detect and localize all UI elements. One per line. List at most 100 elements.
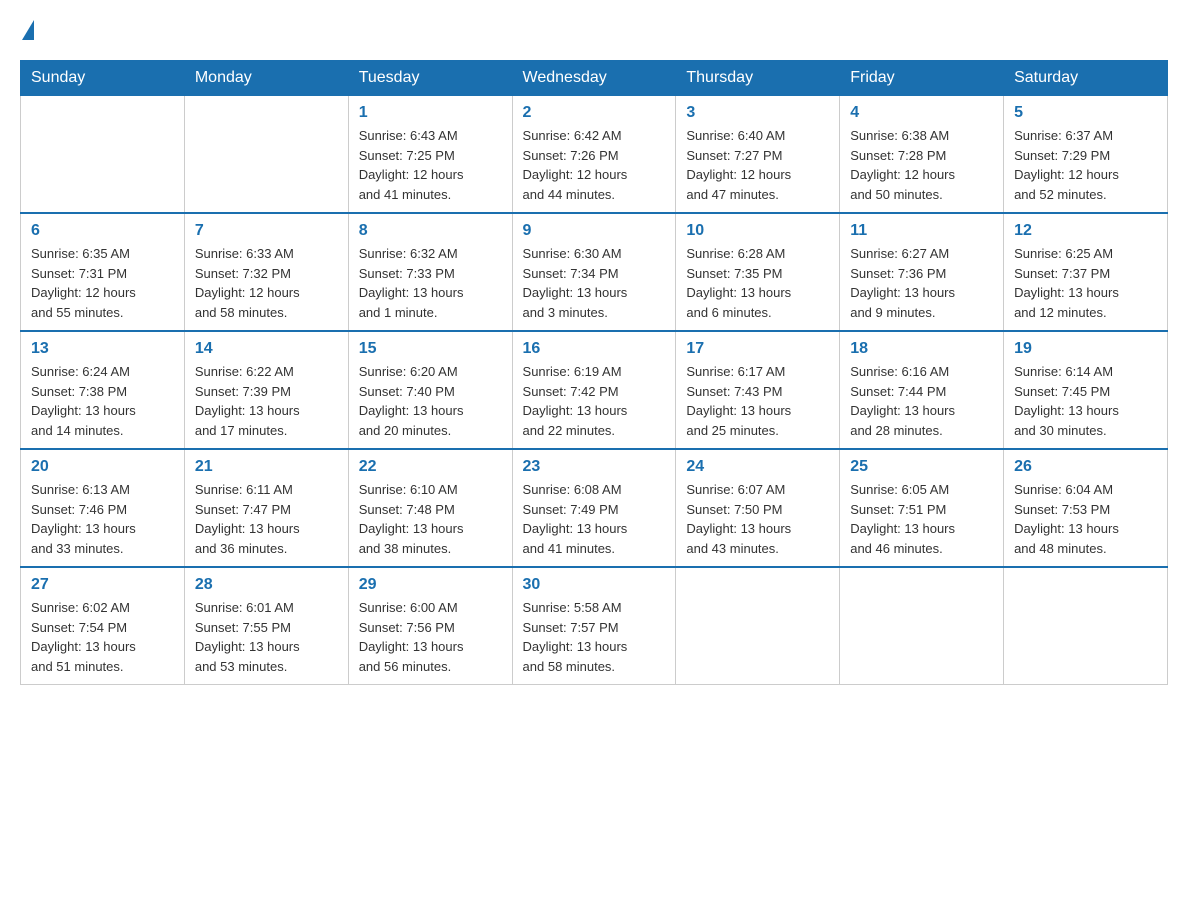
weekday-header-tuesday: Tuesday [348, 61, 512, 96]
calendar-week-row: 1 Sunrise: 6:43 AMSunset: 7:25 PMDaylight… [21, 96, 1168, 214]
calendar-cell: 24 Sunrise: 6:07 AMSunset: 7:50 PMDayligh… [676, 449, 840, 567]
day-info: Sunrise: 6:14 AMSunset: 7:45 PMDaylight:… [1014, 362, 1157, 440]
calendar-table: SundayMondayTuesdayWednesdayThursdayFrid… [20, 60, 1168, 685]
day-info: Sunrise: 6:35 AMSunset: 7:31 PMDaylight:… [31, 244, 174, 322]
calendar-cell: 2Sunrise: 6:42 AMSunset: 7:26 PMDaylight… [512, 96, 676, 214]
weekday-header-thursday: Thursday [676, 61, 840, 96]
calendar-cell: 23Sunrise: 6:08 AMSunset: 7:49 PMDayligh… [512, 449, 676, 567]
calendar-cell: 14 Sunrise: 6:22 AMSunset: 7:39 PMDayligh… [184, 331, 348, 449]
day-number: 28 [195, 576, 338, 594]
calendar-week-row: 6Sunrise: 6:35 AMSunset: 7:31 PMDaylight… [21, 213, 1168, 331]
day-number: 3 [686, 104, 829, 122]
calendar-cell: 27 Sunrise: 6:02 AMSunset: 7:54 PMDayligh… [21, 567, 185, 685]
calendar-cell: 7 Sunrise: 6:33 AMSunset: 7:32 PMDaylight… [184, 213, 348, 331]
day-number: 8 [359, 222, 502, 240]
calendar-cell: 26 Sunrise: 6:04 AMSunset: 7:53 PMDayligh… [1004, 449, 1168, 567]
calendar-cell: 1 Sunrise: 6:43 AMSunset: 7:25 PMDaylight… [348, 96, 512, 214]
day-info: Sunrise: 6:17 AMSunset: 7:43 PMDaylight:… [686, 362, 829, 440]
day-number: 12 [1014, 222, 1157, 240]
day-info: Sunrise: 6:00 AMSunset: 7:56 PMDaylight:… [359, 598, 502, 676]
day-number: 16 [523, 340, 666, 358]
logo-triangle-icon [22, 20, 34, 40]
day-number: 7 [195, 222, 338, 240]
weekday-header-sunday: Sunday [21, 61, 185, 96]
calendar-cell: 22 Sunrise: 6:10 AMSunset: 7:48 PMDayligh… [348, 449, 512, 567]
calendar-cell [676, 567, 840, 685]
day-info: Sunrise: 6:16 AMSunset: 7:44 PMDaylight:… [850, 362, 993, 440]
day-number: 14 [195, 340, 338, 358]
day-info: Sunrise: 6:04 AMSunset: 7:53 PMDaylight:… [1014, 480, 1157, 558]
calendar-cell: 16 Sunrise: 6:19 AMSunset: 7:42 PMDayligh… [512, 331, 676, 449]
day-number: 10 [686, 222, 829, 240]
calendar-cell: 17 Sunrise: 6:17 AMSunset: 7:43 PMDayligh… [676, 331, 840, 449]
calendar-cell: 13 Sunrise: 6:24 AMSunset: 7:38 PMDayligh… [21, 331, 185, 449]
day-info: Sunrise: 6:40 AMSunset: 7:27 PMDaylight:… [686, 126, 829, 204]
calendar-cell [1004, 567, 1168, 685]
calendar-week-row: 20 Sunrise: 6:13 AMSunset: 7:46 PMDayligh… [21, 449, 1168, 567]
day-info: Sunrise: 6:22 AMSunset: 7:39 PMDaylight:… [195, 362, 338, 440]
day-number: 15 [359, 340, 502, 358]
day-info: Sunrise: 6:11 AMSunset: 7:47 PMDaylight:… [195, 480, 338, 558]
weekday-header-row: SundayMondayTuesdayWednesdayThursdayFrid… [21, 61, 1168, 96]
day-number: 27 [31, 576, 174, 594]
day-info: Sunrise: 6:38 AMSunset: 7:28 PMDaylight:… [850, 126, 993, 204]
calendar-cell: 11 Sunrise: 6:27 AMSunset: 7:36 PMDayligh… [840, 213, 1004, 331]
day-info: Sunrise: 6:07 AMSunset: 7:50 PMDaylight:… [686, 480, 829, 558]
day-number: 1 [359, 104, 502, 122]
calendar-cell: 15 Sunrise: 6:20 AMSunset: 7:40 PMDayligh… [348, 331, 512, 449]
day-info: Sunrise: 6:33 AMSunset: 7:32 PMDaylight:… [195, 244, 338, 322]
calendar-cell: 29 Sunrise: 6:00 AMSunset: 7:56 PMDayligh… [348, 567, 512, 685]
day-info: Sunrise: 6:25 AMSunset: 7:37 PMDaylight:… [1014, 244, 1157, 322]
page-header [20, 20, 1168, 40]
calendar-cell: 3 Sunrise: 6:40 AMSunset: 7:27 PMDaylight… [676, 96, 840, 214]
day-info: Sunrise: 6:27 AMSunset: 7:36 PMDaylight:… [850, 244, 993, 322]
calendar-cell: 18 Sunrise: 6:16 AMSunset: 7:44 PMDayligh… [840, 331, 1004, 449]
day-number: 22 [359, 458, 502, 476]
day-number: 29 [359, 576, 502, 594]
weekday-header-wednesday: Wednesday [512, 61, 676, 96]
day-number: 17 [686, 340, 829, 358]
day-info: Sunrise: 6:28 AMSunset: 7:35 PMDaylight:… [686, 244, 829, 322]
calendar-cell: 25 Sunrise: 6:05 AMSunset: 7:51 PMDayligh… [840, 449, 1004, 567]
day-number: 11 [850, 222, 993, 240]
day-number: 24 [686, 458, 829, 476]
logo [20, 20, 36, 40]
day-info: Sunrise: 6:30 AMSunset: 7:34 PMDaylight:… [523, 244, 666, 322]
calendar-cell: 28Sunrise: 6:01 AMSunset: 7:55 PMDayligh… [184, 567, 348, 685]
weekday-header-friday: Friday [840, 61, 1004, 96]
day-info: Sunrise: 6:19 AMSunset: 7:42 PMDaylight:… [523, 362, 666, 440]
day-info: Sunrise: 6:02 AMSunset: 7:54 PMDaylight:… [31, 598, 174, 676]
day-number: 13 [31, 340, 174, 358]
day-info: Sunrise: 6:43 AMSunset: 7:25 PMDaylight:… [359, 126, 502, 204]
calendar-cell [184, 96, 348, 214]
day-info: Sunrise: 6:08 AMSunset: 7:49 PMDaylight:… [523, 480, 666, 558]
calendar-cell: 4Sunrise: 6:38 AMSunset: 7:28 PMDaylight… [840, 96, 1004, 214]
calendar-cell: 5Sunrise: 6:37 AMSunset: 7:29 PMDaylight… [1004, 96, 1168, 214]
day-info: Sunrise: 6:13 AMSunset: 7:46 PMDaylight:… [31, 480, 174, 558]
day-number: 20 [31, 458, 174, 476]
calendar-cell: 21 Sunrise: 6:11 AMSunset: 7:47 PMDayligh… [184, 449, 348, 567]
calendar-cell: 8Sunrise: 6:32 AMSunset: 7:33 PMDaylight… [348, 213, 512, 331]
calendar-cell: 10 Sunrise: 6:28 AMSunset: 7:35 PMDayligh… [676, 213, 840, 331]
day-info: Sunrise: 6:10 AMSunset: 7:48 PMDaylight:… [359, 480, 502, 558]
calendar-cell [840, 567, 1004, 685]
day-number: 21 [195, 458, 338, 476]
day-number: 19 [1014, 340, 1157, 358]
calendar-week-row: 27 Sunrise: 6:02 AMSunset: 7:54 PMDayligh… [21, 567, 1168, 685]
day-info: Sunrise: 6:37 AMSunset: 7:29 PMDaylight:… [1014, 126, 1157, 204]
calendar-cell: 20 Sunrise: 6:13 AMSunset: 7:46 PMDayligh… [21, 449, 185, 567]
weekday-header-saturday: Saturday [1004, 61, 1168, 96]
calendar-cell [21, 96, 185, 214]
calendar-cell: 9Sunrise: 6:30 AMSunset: 7:34 PMDaylight… [512, 213, 676, 331]
calendar-cell: 30Sunrise: 5:58 AMSunset: 7:57 PMDayligh… [512, 567, 676, 685]
day-number: 30 [523, 576, 666, 594]
day-info: Sunrise: 6:20 AMSunset: 7:40 PMDaylight:… [359, 362, 502, 440]
day-info: Sunrise: 6:05 AMSunset: 7:51 PMDaylight:… [850, 480, 993, 558]
day-number: 25 [850, 458, 993, 476]
day-number: 26 [1014, 458, 1157, 476]
calendar-cell: 19 Sunrise: 6:14 AMSunset: 7:45 PMDayligh… [1004, 331, 1168, 449]
calendar-cell: 12 Sunrise: 6:25 AMSunset: 7:37 PMDayligh… [1004, 213, 1168, 331]
day-number: 18 [850, 340, 993, 358]
day-info: Sunrise: 6:24 AMSunset: 7:38 PMDaylight:… [31, 362, 174, 440]
calendar-week-row: 13 Sunrise: 6:24 AMSunset: 7:38 PMDayligh… [21, 331, 1168, 449]
